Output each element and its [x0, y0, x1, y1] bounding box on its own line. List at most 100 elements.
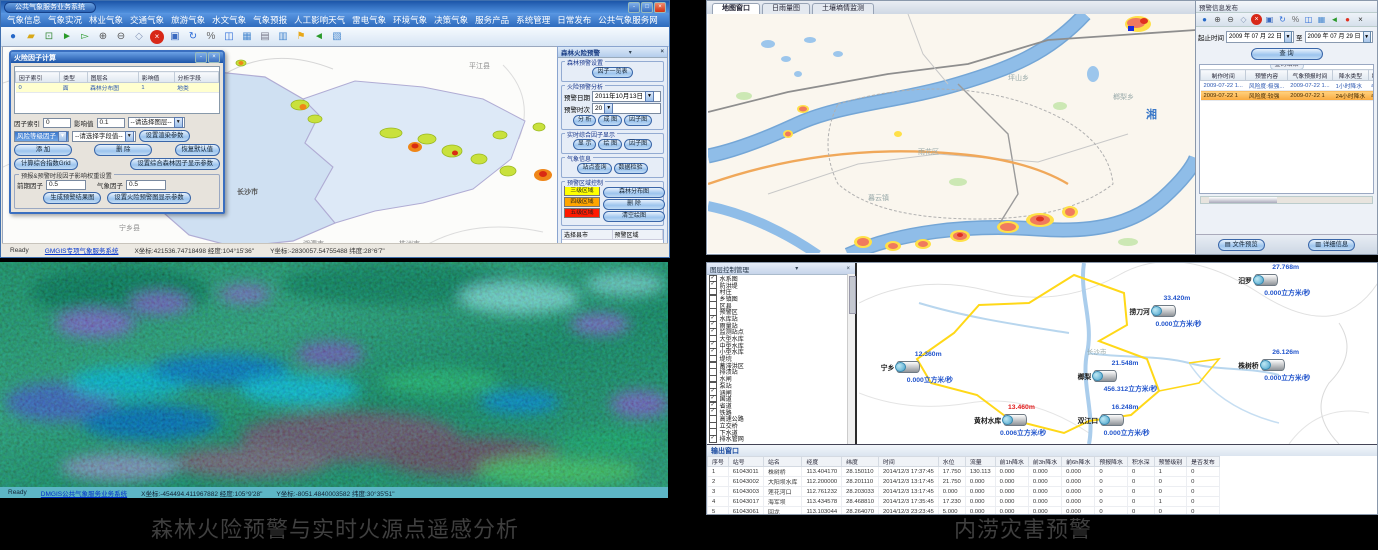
table-row[interactable]: 261043002大阳坝水库112.20000028.2011102014/12…	[708, 477, 1220, 487]
column-header[interactable]: 选择县市	[562, 230, 613, 239]
draw-button[interactable]: 绘 图	[598, 139, 622, 150]
layers-icon[interactable]: ◫	[222, 30, 236, 44]
scale-icon[interactable]: %	[1290, 14, 1301, 25]
image-icon[interactable]: ▦	[1316, 14, 1327, 25]
select-arrow-icon[interactable]: ▻	[78, 30, 92, 44]
full-extent-icon[interactable]: ⊡	[42, 30, 56, 44]
column-header[interactable]: 站号	[728, 457, 763, 467]
station-map-canvas[interactable]: 长沙市 12.360m 宁乡 0.000立方米/秒 13.460m 黄材水库 0…	[859, 263, 1377, 444]
factor-list-button[interactable]: 因子一览表	[592, 67, 632, 78]
station-output-table[interactable]: 序号站号站名经度纬度时间水位流量前1h降水前3h降水前6h降水预报降水积水深预警…	[707, 456, 1377, 514]
clear-draw-button[interactable]: 清空绘图	[603, 211, 665, 222]
map-tab[interactable]: 日雨量图	[762, 3, 810, 14]
add-button[interactable]: 添 加	[14, 144, 72, 156]
calc-grid-button[interactable]: 计算综合指数Grid	[14, 158, 78, 170]
zoom-in-icon[interactable]: ⊕	[1212, 14, 1223, 25]
zoom-out-icon[interactable]: ⊖	[1225, 14, 1236, 25]
layers-icon[interactable]: ◫	[1303, 14, 1314, 25]
minimize-button[interactable]: -	[628, 2, 640, 13]
render-param-button[interactable]: 设置渲染参数	[139, 130, 191, 142]
print-icon[interactable]: ▤	[258, 30, 272, 44]
display-param-button[interactable]: 设置综合森林因子显示参数	[130, 158, 220, 170]
make-map-button[interactable]: 成 图	[598, 115, 622, 126]
map-tab[interactable]: 土壤墒情监测	[812, 3, 874, 14]
dialog-close-button[interactable]: ×	[208, 52, 220, 63]
column-header[interactable]: 水位	[938, 457, 965, 467]
satellite-image[interactable]	[0, 262, 668, 487]
warn-time-picker[interactable]: 20▼	[592, 103, 661, 114]
refresh-icon[interactable]: ↻	[1277, 14, 1288, 25]
table-row[interactable]: 2009-07-22 1风险度:较强2009-07-22 124小时降水admi…	[1201, 91, 1374, 101]
factor-index-input[interactable]: 0	[43, 118, 71, 128]
system-name-link[interactable]: DMGIS公共气象服务业务系统	[41, 488, 127, 498]
show-button[interactable]: 显 示	[573, 139, 597, 150]
menu-item[interactable]: 交通气象	[130, 14, 164, 26]
menu-item[interactable]: 环境气象	[393, 14, 427, 26]
zoom-in-icon[interactable]: ⊕	[96, 30, 110, 44]
factor-table[interactable]: 因子索引类型图层名影响值分析字段0面森林分布图1地类	[14, 66, 220, 114]
image-icon[interactable]: ▦	[240, 30, 254, 44]
column-header[interactable]: 时间	[879, 457, 939, 467]
column-header[interactable]: 是否发布	[1187, 457, 1220, 467]
close-icon[interactable]: ×	[844, 266, 852, 272]
menu-item[interactable]: 气象实况	[48, 14, 82, 26]
weight-input[interactable]: 0.1	[97, 118, 125, 128]
factor-combo[interactable]: 风险等级因子▼	[14, 131, 69, 142]
column-header[interactable]: 气象预报时间	[1287, 70, 1332, 81]
column-header[interactable]: 站名	[764, 457, 802, 467]
column-header[interactable]: 分析字段	[174, 72, 218, 83]
field-combo[interactable]: --请选择字段值--▼	[72, 131, 136, 142]
generate-warning-button[interactable]: 生成预警结果图	[43, 192, 101, 204]
column-header[interactable]: 前1h降水	[995, 457, 1028, 467]
pin-icon[interactable]: ⚑	[294, 30, 308, 44]
detail-button[interactable]: ▥ 详细信息	[1308, 239, 1355, 251]
result-table[interactable]: 制作时间预警内容气象预报时间降水类型制作人2009-07-22 1...风险度:…	[1200, 65, 1373, 101]
column-header[interactable]: 前3h降水	[1028, 457, 1061, 467]
station-query-button[interactable]: 站点查询	[577, 163, 611, 174]
layer-checkbox[interactable]	[709, 435, 717, 443]
map-canvas[interactable]: 益阳市 平江县 长沙市 宁乡县 湘潭市 株洲市 火险因子计算 -× 因子索引类型…	[2, 46, 558, 244]
table-row[interactable]: 161043011株树桥113.40417028.1501102014/12/3…	[708, 467, 1220, 477]
column-header[interactable]: 因子索引	[16, 72, 60, 83]
factor-map-button[interactable]: 因子图	[624, 115, 652, 126]
globe-icon[interactable]: ●	[1199, 14, 1210, 25]
globe-icon[interactable]: ●	[6, 30, 20, 44]
menu-item[interactable]: 水文气象	[212, 14, 246, 26]
stop-icon[interactable]: ●	[1342, 14, 1353, 25]
back-icon[interactable]: ◄	[312, 30, 326, 44]
pan-hand-icon[interactable]: ◇	[1238, 14, 1249, 25]
map-window-icon[interactable]: ▣	[1264, 14, 1275, 25]
map-tab[interactable]: 地图窗口	[712, 3, 760, 14]
menu-item[interactable]: 公共气象服务网	[598, 14, 658, 26]
title-bar[interactable]: 公共气象服务业务系统 - □ ×	[1, 1, 669, 13]
menu-item[interactable]: 系统管理	[516, 14, 550, 26]
column-header[interactable]: 预警区域	[613, 230, 664, 239]
delete-button[interactable]: 删 除	[94, 144, 152, 156]
menu-item[interactable]: 气象预报	[253, 14, 287, 26]
measure-icon[interactable]: ▰	[24, 30, 38, 44]
met-factor-input[interactable]: 0.5	[126, 180, 166, 190]
warning-region-list[interactable]: 选择县市预警区域	[561, 229, 664, 244]
table-row[interactable]: 0面森林分布图1地类	[16, 83, 219, 93]
date-to-picker[interactable]: 2009 年 07 月 29 日▼	[1305, 31, 1373, 43]
column-header[interactable]: 预警内容	[1246, 70, 1287, 81]
warn-date-picker[interactable]: 2011年10月13日▼	[592, 91, 661, 102]
system-name-link[interactable]: GMGIS专项气象服务系统	[45, 245, 119, 255]
refresh-icon[interactable]: ↻	[186, 30, 200, 44]
restore-default-button[interactable]: 恢复默认值	[175, 144, 220, 156]
pan-arrow-icon[interactable]: ►	[60, 30, 74, 44]
column-header[interactable]: 前6h降水	[1062, 457, 1095, 467]
delete-icon[interactable]: ×	[150, 30, 164, 44]
column-header[interactable]: 预警级别	[1154, 457, 1187, 467]
menu-item[interactable]: 决策气象	[434, 14, 468, 26]
table-row[interactable]: 361043003莲花河口112.76123228.2030332014/12/…	[708, 487, 1220, 497]
pre-factor-input[interactable]: 0.5	[46, 180, 86, 190]
pin-icon[interactable]: ▾	[629, 49, 632, 56]
table-row[interactable]: 2009-07-22 1...风险度:极强...2009-07-22 1...1…	[1201, 81, 1374, 91]
menu-item[interactable]: 林业气象	[89, 14, 123, 26]
collapse-icon[interactable]: ▾	[793, 265, 800, 272]
column-header[interactable]: 预报降水	[1095, 457, 1128, 467]
close-icon[interactable]: ×	[1355, 14, 1366, 25]
zoom-out-icon[interactable]: ⊖	[114, 30, 128, 44]
delete-button[interactable]: 删 除	[603, 199, 665, 210]
